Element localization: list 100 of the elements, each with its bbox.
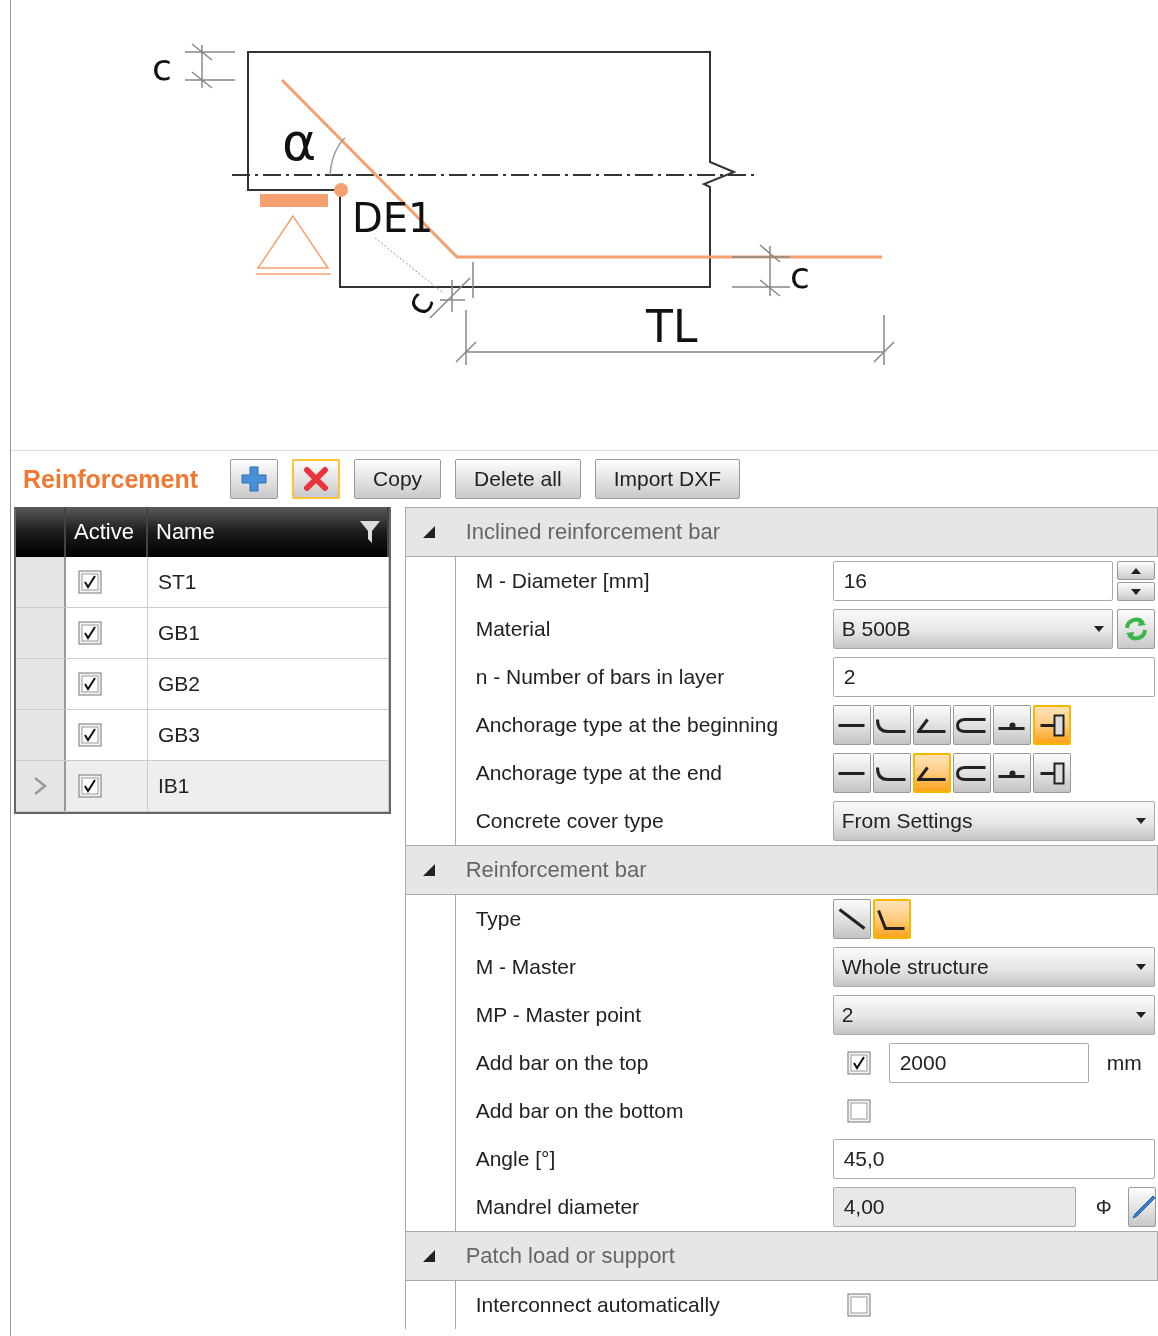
anchorage-icon bbox=[1038, 761, 1065, 785]
add-button[interactable] bbox=[230, 459, 279, 499]
caret-icon bbox=[1135, 818, 1146, 824]
checkbox[interactable] bbox=[78, 621, 102, 645]
section-header: Reinforcement bar bbox=[465, 857, 647, 883]
dropdown[interactable]: From Settings bbox=[832, 801, 1155, 841]
property-label: Interconnect automatically bbox=[474, 1293, 721, 1317]
diameter-symbol: Φ bbox=[1095, 1195, 1112, 1219]
anchorage-icon bbox=[1038, 713, 1065, 737]
chevron-right-icon bbox=[33, 776, 47, 796]
collapse-icon[interactable] bbox=[421, 863, 436, 877]
column-header[interactable]: Active bbox=[66, 507, 148, 557]
dropdown[interactable]: Whole structure bbox=[832, 947, 1155, 987]
option-button[interactable] bbox=[992, 753, 1031, 793]
anchorage-icon bbox=[876, 717, 908, 733]
text-field[interactable]: 45,0 bbox=[832, 1139, 1155, 1179]
collapse-icon[interactable] bbox=[421, 525, 436, 539]
checkbox[interactable] bbox=[78, 570, 102, 594]
anchorage-icon bbox=[837, 771, 867, 775]
property-label: n - Number of bars in layer bbox=[474, 665, 726, 689]
column-header[interactable]: Name bbox=[156, 519, 215, 545]
option-button[interactable] bbox=[832, 753, 871, 793]
unit-label: mm bbox=[1106, 1051, 1142, 1075]
refresh-button[interactable] bbox=[1116, 609, 1155, 649]
option-button[interactable] bbox=[952, 753, 991, 793]
option-button[interactable] bbox=[872, 753, 911, 793]
dimension-line bbox=[184, 43, 236, 89]
option-button[interactable] bbox=[1032, 705, 1071, 745]
angle-arc bbox=[329, 137, 346, 176]
anchorage-icon bbox=[997, 768, 1027, 778]
plus-icon bbox=[241, 466, 268, 492]
length-label: TL bbox=[646, 301, 698, 352]
property-label: Anchorage type at the end bbox=[474, 761, 724, 785]
toolbar-button[interactable]: Copy bbox=[354, 459, 442, 499]
caret-icon bbox=[1135, 964, 1146, 970]
table-cell: GB2 bbox=[148, 659, 389, 709]
anchorage-icon bbox=[997, 720, 1027, 730]
option-button[interactable] bbox=[832, 705, 871, 745]
table-cell: ST1 bbox=[148, 557, 389, 607]
refresh-icon bbox=[1122, 616, 1149, 642]
toolbar-button[interactable]: Delete all bbox=[455, 459, 581, 499]
option-button[interactable] bbox=[872, 705, 911, 745]
property-label: Type bbox=[474, 907, 523, 931]
property-label: Add bar on the top bbox=[474, 1051, 650, 1075]
checkbox[interactable] bbox=[846, 1099, 871, 1123]
text-field[interactable]: 2000 bbox=[888, 1043, 1089, 1083]
toolbar-button[interactable]: Import DXF bbox=[594, 459, 740, 499]
property-label: MP - Master point bbox=[474, 1003, 642, 1027]
dimension-label: c bbox=[790, 255, 810, 296]
checkbox[interactable] bbox=[78, 672, 102, 696]
text-field[interactable]: 4,00 bbox=[832, 1187, 1076, 1227]
text-field[interactable]: 2 bbox=[832, 657, 1155, 697]
anchorage-icon bbox=[916, 765, 947, 781]
table-cell: GB1 bbox=[148, 608, 389, 658]
table-cell: GB3 bbox=[148, 710, 389, 760]
anchorage-icon bbox=[837, 908, 866, 930]
anchorage-icon bbox=[916, 717, 947, 733]
edit-button[interactable] bbox=[1127, 1187, 1156, 1227]
table-cell: IB1 bbox=[148, 761, 389, 811]
filter-icon[interactable] bbox=[358, 519, 381, 545]
property-label: M - Master bbox=[474, 955, 577, 979]
bar-end-point bbox=[334, 183, 348, 197]
caret-icon bbox=[1135, 1012, 1146, 1018]
anchorage-icon bbox=[876, 765, 908, 781]
dimension-line bbox=[731, 244, 791, 297]
cover-line bbox=[374, 237, 443, 293]
caret-down-icon bbox=[1130, 588, 1141, 595]
angle-label: α bbox=[282, 112, 317, 172]
caret-up-icon bbox=[1130, 567, 1141, 574]
close-icon bbox=[303, 466, 330, 492]
anchorage-icon bbox=[956, 765, 988, 781]
anchorage-icon bbox=[877, 908, 907, 930]
spin-down-button[interactable] bbox=[1116, 582, 1155, 601]
option-button[interactable] bbox=[1032, 753, 1071, 793]
property-label: Add bar on the bottom bbox=[474, 1099, 685, 1123]
spin-up-button[interactable] bbox=[1116, 561, 1155, 580]
property-label: Material bbox=[474, 617, 552, 641]
number-input[interactable]: 16 bbox=[832, 561, 1113, 601]
property-label: Mandrel diameter bbox=[474, 1195, 641, 1219]
option-button[interactable] bbox=[872, 899, 911, 939]
option-button[interactable] bbox=[912, 753, 951, 793]
option-button[interactable] bbox=[912, 705, 951, 745]
property-label: M - Diameter [mm] bbox=[474, 569, 651, 593]
collapse-icon[interactable] bbox=[421, 1249, 436, 1263]
checkbox[interactable] bbox=[846, 1051, 871, 1075]
dimension-label: c bbox=[396, 284, 442, 322]
checkbox[interactable] bbox=[846, 1293, 871, 1317]
section-header: Inclined reinforcement bar bbox=[465, 519, 721, 545]
section-header: Patch load or support bbox=[465, 1243, 675, 1269]
property-label: Concrete cover type bbox=[474, 809, 665, 833]
option-button[interactable] bbox=[952, 705, 991, 745]
dropdown[interactable]: B 500B bbox=[832, 609, 1113, 649]
checkbox[interactable] bbox=[78, 774, 102, 798]
option-button[interactable] bbox=[832, 899, 871, 939]
section-title: Reinforcement bbox=[23, 464, 199, 494]
checkbox[interactable] bbox=[78, 723, 102, 747]
delete-button[interactable] bbox=[292, 459, 341, 499]
dropdown[interactable]: 2 bbox=[832, 995, 1155, 1035]
property-label: Angle [°] bbox=[474, 1147, 557, 1171]
option-button[interactable] bbox=[992, 705, 1031, 745]
